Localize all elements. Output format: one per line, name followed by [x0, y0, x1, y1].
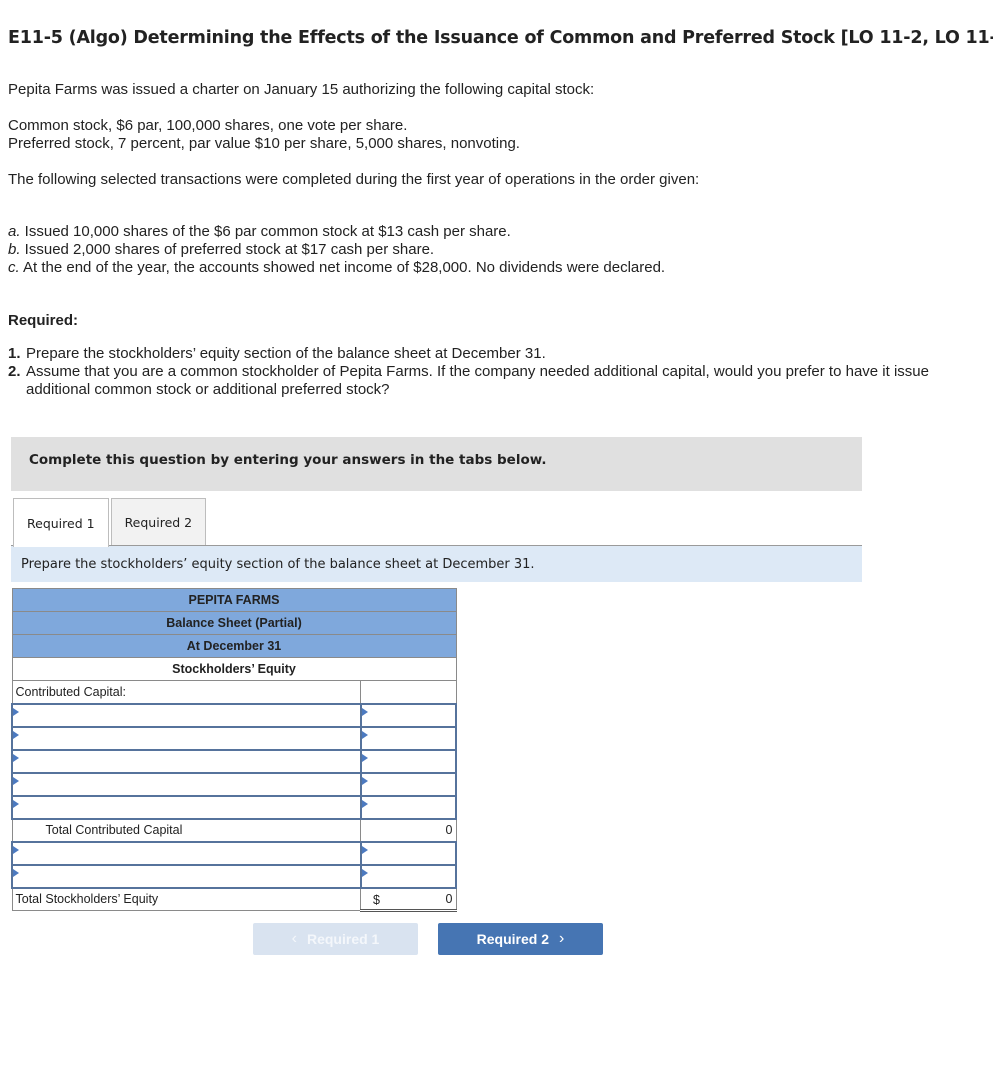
tab-required-1[interactable]: Required 1	[13, 498, 109, 547]
transaction-letter: c.	[8, 259, 20, 276]
tab-prompt-text: Prepare the stockholders’ equity section…	[21, 557, 535, 572]
transaction-item: c. At the end of the year, the accounts …	[8, 259, 665, 277]
transaction-letter: b.	[8, 241, 21, 258]
input-row	[11, 702, 457, 728]
balance-sheet-table: PEPITA FARMS Balance Sheet (Partial) At …	[11, 588, 457, 912]
account-select-1[interactable]	[13, 705, 360, 725]
input-flag-icon	[361, 868, 368, 877]
transaction-item: b. Issued 2,000 shares of preferred stoc…	[8, 241, 434, 259]
account-select-7[interactable]	[13, 866, 360, 886]
amount-input-5[interactable]	[361, 797, 455, 817]
transaction-text: Issued 10,000 shares of the $6 par commo…	[20, 223, 511, 240]
dropdown-flag-icon	[13, 799, 19, 808]
input-flag-icon	[361, 799, 368, 808]
amount-input-3[interactable]	[361, 751, 455, 771]
amount-input-7[interactable]	[361, 866, 455, 886]
input-flag-icon	[361, 707, 368, 716]
account-select-2[interactable]	[13, 728, 360, 748]
dropdown-flag-icon	[13, 845, 19, 854]
input-row	[11, 863, 457, 889]
input-row	[11, 748, 457, 774]
required-item: 2. Assume that you are a common stockhol…	[8, 363, 948, 399]
common-stock-line: Common stock, $6 par, 100,000 shares, on…	[8, 117, 408, 134]
input-row	[11, 840, 457, 866]
amount-input-1[interactable]	[361, 705, 455, 725]
total-row: Total Contributed Capital 0	[11, 818, 457, 842]
header-row: Stockholders’ Equity	[11, 657, 457, 681]
account-select-5[interactable]	[13, 797, 360, 817]
amount-input-4[interactable]	[361, 774, 455, 794]
company-name: PEPITA FARMS	[11, 588, 457, 612]
instruction-text: Complete this question by entering your …	[29, 452, 547, 468]
input-row	[11, 771, 457, 797]
dropdown-flag-icon	[13, 707, 19, 716]
transaction-letter: a.	[8, 223, 21, 240]
next-tab-label: Required 2	[476, 931, 550, 947]
account-select-3[interactable]	[13, 751, 360, 771]
page-title: E11-5 (Algo) Determining the Effects of …	[8, 28, 993, 48]
table-row: Contributed Capital:	[11, 680, 457, 704]
amount-input-6[interactable]	[361, 843, 455, 863]
chevron-left-icon: ‹	[291, 930, 297, 947]
dropdown-flag-icon	[13, 776, 19, 785]
statement-date: At December 31	[11, 634, 457, 658]
prev-tab-button[interactable]: ‹ Required 1	[253, 923, 418, 955]
transactions-intro: The following selected transactions were…	[8, 171, 700, 188]
required-heading: Required:	[8, 312, 79, 329]
tab-required-2[interactable]: Required 2	[110, 498, 207, 546]
instruction-box: Complete this question by entering your …	[11, 437, 862, 491]
intro-text: Pepita Farms was issued a charter on Jan…	[8, 81, 595, 98]
grand-total-row: Total Stockholders’ Equity $ 0	[11, 887, 457, 912]
transaction-item: a. Issued 10,000 shares of the $6 par co…	[8, 223, 511, 241]
required-number: 1.	[8, 345, 21, 362]
total-equity-value: 0	[445, 891, 453, 906]
input-flag-icon	[361, 730, 368, 739]
dropdown-flag-icon	[13, 753, 19, 762]
required-text: Prepare the stockholders’ equity section…	[26, 345, 546, 362]
header-row: Balance Sheet (Partial)	[11, 611, 457, 635]
header-row: At December 31	[11, 634, 457, 658]
total-contributed-value: 0	[360, 818, 457, 842]
required-list: 1. Prepare the stockholders’ equity sect…	[8, 345, 948, 399]
dropdown-flag-icon	[13, 868, 19, 877]
tab-prompt-bar: Prepare the stockholders’ equity section…	[11, 546, 862, 582]
transaction-text: At the end of the year, the accounts sho…	[19, 259, 666, 276]
input-flag-icon	[361, 845, 368, 854]
statement-name: Balance Sheet (Partial)	[11, 611, 457, 635]
input-row	[11, 725, 457, 751]
prev-tab-label: Required 1	[306, 931, 380, 947]
account-select-6[interactable]	[13, 843, 360, 863]
preferred-stock-line: Preferred stock, 7 percent, par value $1…	[8, 135, 520, 152]
currency-symbol: $	[373, 892, 380, 907]
input-row	[11, 794, 457, 820]
contributed-capital-label: Contributed Capital:	[11, 680, 361, 704]
empty-amount-cell	[360, 680, 457, 704]
amount-input-2[interactable]	[361, 728, 455, 748]
section-title: Stockholders’ Equity	[11, 657, 457, 681]
required-text: Assume that you are a common stockholder…	[26, 363, 929, 398]
tab-bar: Required 1 Required 2	[13, 498, 207, 547]
account-select-4[interactable]	[13, 774, 360, 794]
next-tab-button[interactable]: Required 2 ›	[438, 923, 603, 955]
input-flag-icon	[361, 753, 368, 762]
dropdown-flag-icon	[13, 730, 19, 739]
transaction-text: Issued 2,000 shares of preferred stock a…	[20, 241, 435, 258]
total-contributed-label: Total Contributed Capital	[11, 818, 361, 842]
chevron-right-icon: ›	[559, 930, 565, 947]
required-number: 2.	[8, 363, 21, 380]
required-item: 1. Prepare the stockholders’ equity sect…	[8, 345, 948, 363]
total-equity-label: Total Stockholders’ Equity	[11, 887, 361, 911]
input-flag-icon	[361, 776, 368, 785]
header-row: PEPITA FARMS	[11, 588, 457, 612]
